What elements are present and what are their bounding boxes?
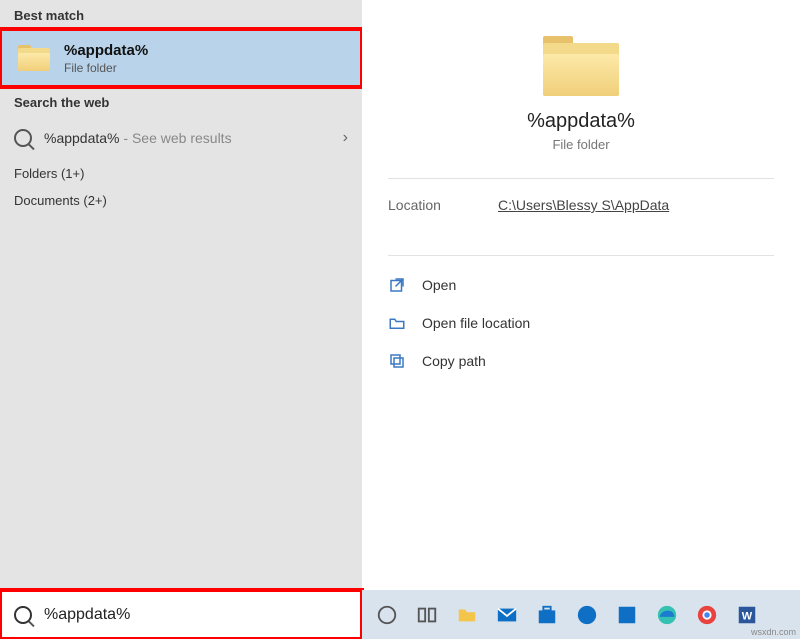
folder-icon bbox=[18, 45, 50, 71]
action-open-location-label: Open file location bbox=[422, 315, 530, 331]
search-bar[interactable] bbox=[0, 590, 362, 639]
location-link[interactable]: C:\Users\Blessy S\AppData bbox=[498, 197, 669, 213]
taskbar: W bbox=[362, 590, 800, 639]
search-web-header: Search the web bbox=[0, 87, 362, 116]
search-web-label: %appdata% - See web results bbox=[44, 130, 343, 146]
best-match-result[interactable]: %appdata% File folder bbox=[0, 29, 362, 87]
folder-open-icon bbox=[388, 314, 406, 332]
copy-icon bbox=[388, 352, 406, 370]
preview-icon-wrap bbox=[362, 0, 800, 96]
preview-panel: %appdata% File folder Location C:\Users\… bbox=[362, 0, 800, 590]
search-icon bbox=[14, 606, 32, 624]
documents-category[interactable]: Documents (2+) bbox=[0, 187, 362, 214]
search-input[interactable] bbox=[44, 606, 362, 624]
store-icon[interactable] bbox=[532, 600, 562, 630]
watermark: wsxdn.com bbox=[751, 627, 796, 637]
best-match-subtitle: File folder bbox=[64, 61, 148, 75]
task-view-icon[interactable] bbox=[412, 600, 442, 630]
dell-icon[interactable] bbox=[572, 600, 602, 630]
action-open-location[interactable]: Open file location bbox=[362, 304, 800, 342]
mail-icon[interactable] bbox=[492, 600, 522, 630]
chevron-right-icon: › bbox=[343, 129, 348, 147]
action-copy-path[interactable]: Copy path bbox=[362, 342, 800, 380]
folder-icon bbox=[543, 36, 619, 96]
action-copy-path-label: Copy path bbox=[422, 353, 486, 369]
best-match-header: Best match bbox=[0, 0, 362, 29]
best-match-text: %appdata% File folder bbox=[64, 42, 148, 75]
action-open[interactable]: Open bbox=[362, 266, 800, 304]
preview-title: %appdata% bbox=[362, 110, 800, 133]
search-web-row[interactable]: %appdata% - See web results › bbox=[0, 116, 362, 160]
word-icon[interactable]: W bbox=[732, 600, 762, 630]
chrome-icon[interactable] bbox=[692, 600, 722, 630]
action-open-label: Open bbox=[422, 277, 456, 293]
search-results-panel: Best match %appdata% File folder Search … bbox=[0, 0, 362, 590]
best-match-title: %appdata% bbox=[64, 42, 148, 59]
search-icon bbox=[14, 129, 32, 147]
open-icon bbox=[388, 276, 406, 294]
app-icon[interactable] bbox=[612, 600, 642, 630]
preview-subtitle: File folder bbox=[362, 137, 800, 152]
file-explorer-icon[interactable] bbox=[452, 600, 482, 630]
cortana-icon[interactable] bbox=[372, 600, 402, 630]
web-suffix: - See web results bbox=[120, 130, 232, 146]
location-label: Location bbox=[388, 197, 498, 213]
location-row: Location C:\Users\Blessy S\AppData bbox=[362, 179, 800, 229]
folders-category[interactable]: Folders (1+) bbox=[0, 160, 362, 187]
svg-text:W: W bbox=[742, 610, 753, 622]
edge-icon[interactable] bbox=[652, 600, 682, 630]
web-query: %appdata% bbox=[44, 130, 120, 146]
